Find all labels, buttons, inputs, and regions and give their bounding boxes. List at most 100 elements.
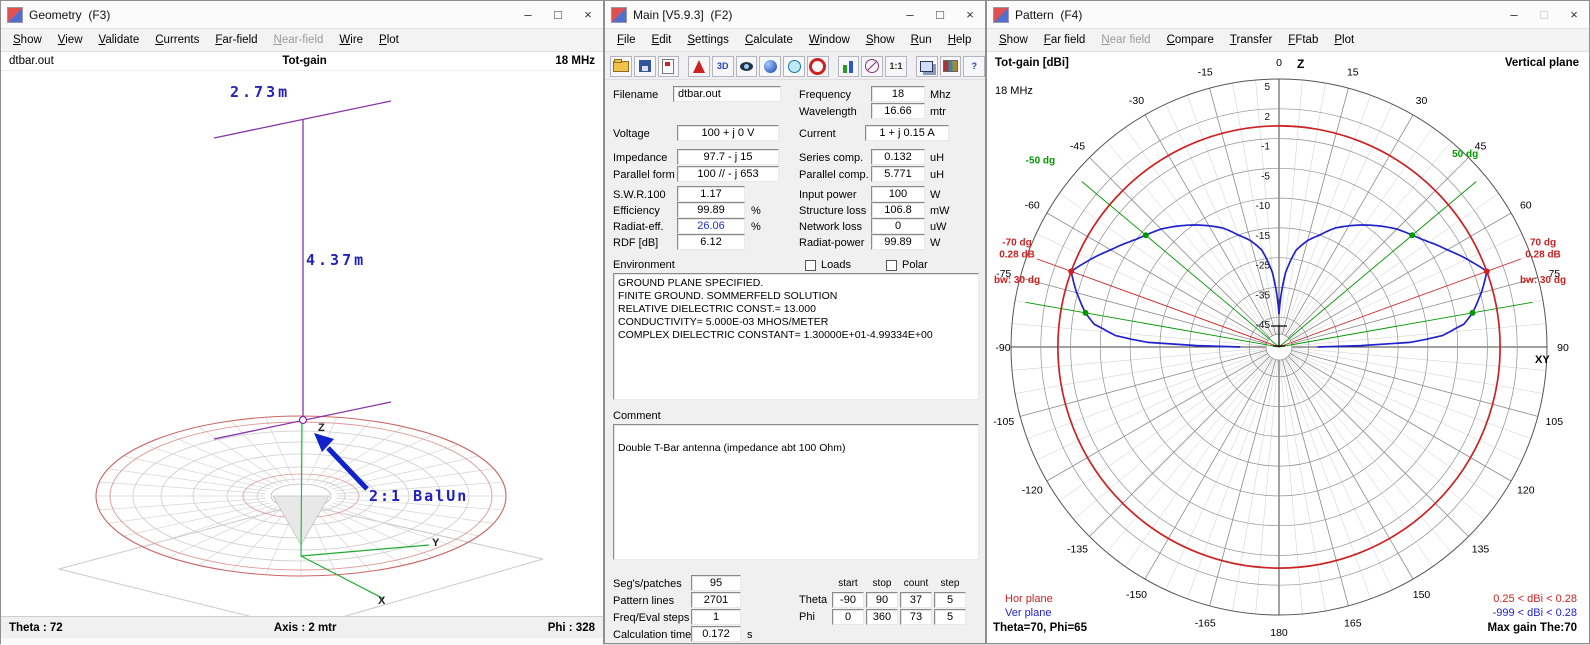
pattern-titlebar[interactable]: Pattern (F4) – □ × <box>987 1 1589 29</box>
cursor-readout: Theta=70, Phi=65 <box>993 622 1087 634</box>
phi-stop-field[interactable]: 360 <box>866 609 898 625</box>
parallel-form-field[interactable]: 100 // - j 653 <box>677 166 779 182</box>
close-button[interactable]: × <box>573 1 603 28</box>
menu-item-transfer[interactable]: Transfer <box>1222 31 1280 49</box>
network-loss-field[interactable]: 0 <box>871 218 925 234</box>
minimize-button[interactable]: – <box>1499 1 1529 28</box>
line-chart-icon[interactable] <box>838 56 860 77</box>
menu-item-farfield[interactable]: Far field <box>1036 31 1094 49</box>
maximize-button[interactable]: □ <box>543 1 573 28</box>
menu-item-validate[interactable]: Validate <box>91 31 148 49</box>
maximize-button[interactable]: □ <box>925 1 955 28</box>
menu-item-currents[interactable]: Currents <box>147 31 207 49</box>
3d-viewer-icon[interactable]: 3D <box>712 56 734 77</box>
xy-axis-label: XY <box>1535 354 1550 366</box>
freq-steps-field[interactable]: 1 <box>691 609 741 625</box>
calc-time-field[interactable]: 0.172 <box>691 626 741 642</box>
pattern-lines-field[interactable]: 2701 <box>691 592 741 608</box>
menu-item-plot[interactable]: Plot <box>1326 31 1362 49</box>
menu-item-window[interactable]: Window <box>801 31 858 49</box>
environment-line: COMPLEX DIELECTRIC CONSTANT= 1.30000E+01… <box>618 329 974 342</box>
svg-text:150: 150 <box>1413 589 1431 601</box>
series-comp-field[interactable]: 0.132 <box>871 149 925 165</box>
menu-item-file[interactable]: File <box>609 31 644 49</box>
radiat-eff-field[interactable]: 26.06 <box>677 218 745 234</box>
menu-item-farfield[interactable]: Far-field <box>207 31 265 49</box>
z-axis-label: Z <box>1297 57 1304 71</box>
frequency-field[interactable]: 18 <box>871 86 925 102</box>
nec-editor-icon[interactable] <box>658 56 680 77</box>
comment-textbox[interactable]: Double T-Bar antenna (impedance abt 100 … <box>613 424 979 560</box>
help-icon[interactable]: ? <box>963 56 985 77</box>
menu-item-show[interactable]: Show <box>991 31 1036 49</box>
polar-checkbox[interactable] <box>886 260 897 271</box>
main-titlebar[interactable]: Main [V5.9.3] (F2) – □ × <box>605 1 985 29</box>
phi-step-field[interactable]: 5 <box>934 609 966 625</box>
geometry-canvas[interactable]: 2.73m 4.37m 2:1 BalUn Z Y X <box>1 71 603 616</box>
structure-loss-field[interactable]: 106.8 <box>871 202 925 218</box>
minimize-button[interactable]: – <box>513 1 543 28</box>
menu-item-show[interactable]: Show <box>5 31 50 49</box>
rdf-field[interactable]: 6.12 <box>677 234 745 250</box>
nearfield-icon[interactable] <box>783 56 805 77</box>
theta-step-field[interactable]: 5 <box>934 592 966 608</box>
loads-checkbox[interactable] <box>805 260 816 271</box>
voltage-field[interactable]: 100 + j 0 V <box>677 125 779 141</box>
pattern-3d-icon[interactable] <box>759 56 781 77</box>
minimize-button[interactable]: – <box>895 1 925 28</box>
environment-textbox[interactable]: GROUND PLANE SPECIFIED. FINITE GROUND. S… <box>613 273 979 400</box>
radiat-power-field[interactable]: 99.89 <box>871 234 925 250</box>
menu-item-settings[interactable]: Settings <box>679 31 737 49</box>
theta-start-field[interactable]: -90 <box>832 592 864 608</box>
window-icon[interactable] <box>916 56 938 77</box>
current-field[interactable]: 1 + j 0.15 A <box>865 125 949 141</box>
phi-count-field[interactable]: 73 <box>900 609 932 625</box>
menu-item-nearfield: Near field <box>1093 31 1158 49</box>
swr-field[interactable]: 1.17 <box>677 186 745 202</box>
menu-item-edit[interactable]: Edit <box>644 31 680 49</box>
geometry-titlebar[interactable]: Geometry (F3) – □ × <box>1 1 603 29</box>
svg-text:-30: -30 <box>1129 95 1144 107</box>
phi-start-field[interactable]: 0 <box>832 609 864 625</box>
theta-stop-field[interactable]: 90 <box>866 592 898 608</box>
menu-item-fftab[interactable]: FFtab <box>1280 31 1326 49</box>
menu-item-view[interactable]: View <box>50 31 91 49</box>
efficiency-unit: % <box>751 205 761 217</box>
menu-item-help[interactable]: Help <box>940 31 980 49</box>
svg-text:70 dg: 70 dg <box>1530 237 1556 248</box>
smith-chart-icon[interactable] <box>861 56 883 77</box>
menu-item-calculate[interactable]: Calculate <box>737 31 801 49</box>
menu-item-compare[interactable]: Compare <box>1159 31 1222 49</box>
menu-item-plot[interactable]: Plot <box>371 31 407 49</box>
segs-field[interactable]: 95 <box>691 575 741 591</box>
current-label: Current <box>799 128 836 140</box>
svg-text:50 dg: 50 dg <box>1452 149 1478 160</box>
wavelength-field[interactable]: 16.66 <box>871 103 925 119</box>
radiat-power-unit: W <box>930 237 940 249</box>
series-comp-unit: uH <box>930 152 944 164</box>
open-icon[interactable] <box>610 56 632 77</box>
scale-icon[interactable]: 1:1 <box>885 56 907 77</box>
theta-count-field[interactable]: 37 <box>900 592 932 608</box>
filename-field[interactable]: dtbar.out <box>673 86 781 102</box>
geometry-icon[interactable] <box>688 56 710 77</box>
polar-plot[interactable]: 52-1-5-10-15-25-35-45-165-150-135-120-10… <box>987 55 1589 645</box>
input-power-label: Input power <box>799 189 856 201</box>
environment-line: GROUND PLANE SPECIFIED. <box>618 277 974 290</box>
save-icon[interactable] <box>634 56 656 77</box>
close-button[interactable]: × <box>1559 1 1589 28</box>
svg-text:-1: -1 <box>1261 142 1270 153</box>
efficiency-field[interactable]: 99.89 <box>677 202 745 218</box>
view-icon[interactable] <box>736 56 758 77</box>
books-icon[interactable] <box>940 56 962 77</box>
farfield-icon[interactable] <box>807 56 829 77</box>
parallel-comp-field[interactable]: 5.771 <box>871 166 925 182</box>
antenna-3d-view[interactable] <box>1 71 603 616</box>
impedance-field[interactable]: 97.7 - j 15 <box>677 149 779 165</box>
menu-item-run[interactable]: Run <box>903 31 940 49</box>
menu-item-show[interactable]: Show <box>858 31 903 49</box>
input-power-field[interactable]: 100 <box>871 186 925 202</box>
close-button[interactable]: × <box>955 1 985 28</box>
menu-item-wire[interactable]: Wire <box>331 31 371 49</box>
svg-text:-15: -15 <box>1256 231 1271 242</box>
